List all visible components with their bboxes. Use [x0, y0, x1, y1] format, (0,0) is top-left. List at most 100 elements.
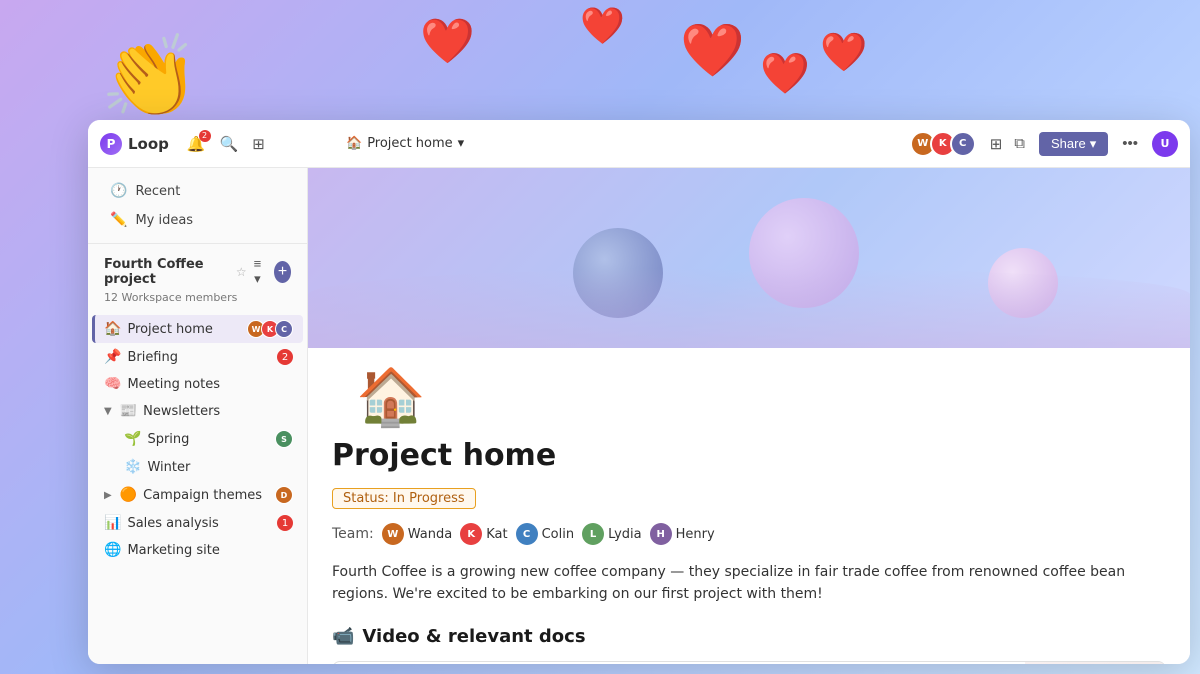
campaign-avatar: D	[275, 486, 293, 504]
marketing-icon: 🌐	[104, 542, 121, 558]
henry-name: Henry	[676, 527, 715, 542]
tree-item-briefing[interactable]: 📌 Briefing 2	[92, 344, 303, 370]
notification-icon[interactable]: 🔔 2	[187, 135, 206, 153]
title-bar-left: P Loop 🔔 2 🔍 ⊞	[100, 133, 320, 155]
spring-label: Spring	[147, 432, 273, 447]
campaign-label: Campaign themes	[143, 488, 273, 503]
workspace-name: Fourth Coffee project ☆	[104, 257, 247, 287]
team-row: Team: W Wanda K Kat C Colin L	[332, 523, 1166, 545]
hero-banner	[308, 168, 1190, 348]
app-window: P Loop 🔔 2 🔍 ⊞ 🏠 Project home ▾	[88, 120, 1190, 664]
workspace-actions: ≡ ▾ +	[247, 254, 291, 289]
spring-icon: 🌱	[124, 431, 141, 447]
newsletters-label: Newsletters	[143, 404, 293, 419]
marketing-label: Marketing site	[127, 543, 293, 558]
team-member-henry: H Henry	[650, 523, 715, 545]
workspace-header-row: Fourth Coffee project ☆ ≡ ▾ +	[104, 254, 291, 289]
tree-item-winter[interactable]: ❄️ Winter	[112, 454, 303, 480]
sort-button[interactable]: ≡ ▾	[247, 254, 269, 289]
sales-badge: 1	[277, 515, 293, 531]
winter-label: Winter	[147, 460, 293, 475]
heart-1: ❤️	[420, 15, 475, 67]
team-member-colin: C Colin	[516, 523, 575, 545]
sidebar-tree: 🏠 Project home W K C 📌 Briefing 2	[88, 310, 307, 568]
title-bar-icons: 🔔 2 🔍 ⊞	[187, 135, 265, 153]
project-home-icon: 🏠	[104, 321, 121, 337]
section-title: Video & relevant docs	[362, 626, 585, 647]
tree-item-marketing-site[interactable]: 🌐 Marketing site	[92, 537, 303, 563]
breadcrumb-icon: 🏠	[346, 136, 362, 151]
briefing-icon: 📌	[104, 349, 121, 365]
recent-label: Recent	[135, 184, 180, 199]
briefing-badge: 2	[277, 349, 293, 365]
share-button[interactable]: Share ▾	[1039, 132, 1108, 156]
sales-icon: 📊	[104, 515, 121, 531]
page-title: Project home	[332, 438, 1166, 473]
section-icon: 📹	[332, 626, 354, 647]
section-heading: 📹 Video & relevant docs	[332, 626, 1166, 647]
title-bar-right: W K C ⊞ ⧉ Share ▾ ••• U	[910, 131, 1178, 157]
page-emoji-icon: 🏠	[332, 348, 1166, 430]
winter-icon: ❄️	[124, 459, 141, 475]
more-options-button[interactable]: •••	[1118, 131, 1142, 156]
apps-icon[interactable]: ⊞	[986, 131, 1007, 157]
tree-item-campaign-themes[interactable]: ▶ 🟠 Campaign themes D	[92, 481, 303, 509]
loop-logo[interactable]: P Loop	[100, 133, 169, 155]
team-member-kat: K Kat	[460, 523, 507, 545]
colin-name: Colin	[542, 527, 575, 542]
notification-badge: 2	[199, 130, 211, 142]
project-home-avatars: W K C	[247, 320, 293, 338]
newsletters-expand-icon: ▼	[104, 406, 112, 417]
tree-item-meeting-notes[interactable]: 🧠 Meeting notes	[92, 371, 303, 397]
breadcrumb[interactable]: 🏠 Project home ▾	[340, 133, 470, 154]
share-chevron: ▾	[1090, 136, 1097, 152]
workspace-header: Fourth Coffee project ☆ ≡ ▾ + 12 Workspa…	[88, 243, 307, 310]
workspace-members-count: 12 Workspace members	[104, 291, 291, 304]
sidebar: 🕐 Recent ✏️ My ideas Fourth Coffee proje…	[88, 168, 308, 664]
team-label: Team:	[332, 526, 374, 542]
tree-avatar-c: C	[275, 320, 293, 338]
loop-icon-char: P	[107, 137, 116, 151]
tree-item-newsletters[interactable]: ▼ 📰 Newsletters	[92, 398, 303, 424]
project-home-label: Project home	[127, 322, 241, 337]
heart-2: ❤️	[580, 5, 625, 47]
meeting-notes-icon: 🧠	[104, 376, 121, 392]
grid-icon[interactable]: ⊞	[252, 135, 265, 153]
copy-icon[interactable]: ⧉	[1010, 131, 1029, 156]
kat-avatar: K	[460, 523, 482, 545]
preview-text: Our brand is crafted with care.	[1025, 662, 1165, 664]
hero-wave	[308, 268, 1190, 348]
search-icon[interactable]: 🔍	[220, 135, 239, 153]
user-avatar[interactable]: U	[1152, 131, 1178, 157]
add-page-button[interactable]: +	[274, 261, 291, 283]
my-ideas-label: My ideas	[135, 213, 193, 228]
team-member-lydia: L Lydia	[582, 523, 642, 545]
tree-item-project-home[interactable]: 🏠 Project home W K C	[92, 315, 303, 343]
app-name-label: Loop	[128, 135, 169, 153]
doc-card-preview: Our brand is crafted with care.	[1025, 662, 1165, 664]
doc-card[interactable]: W Sales & marketing strategy Edited 12 d…	[332, 661, 1166, 664]
meeting-notes-label: Meeting notes	[127, 377, 293, 392]
status-badge: Status: In Progress	[332, 488, 476, 509]
wanda-name: Wanda	[408, 527, 452, 542]
clap-emoji: 👏	[100, 30, 200, 124]
campaign-expand-icon: ▶	[104, 490, 112, 501]
tree-item-sales-analysis[interactable]: 📊 Sales analysis 1	[92, 510, 303, 536]
tree-item-spring[interactable]: 🌱 Spring S	[112, 425, 303, 453]
sidebar-item-my-ideas[interactable]: ✏️ My ideas	[94, 206, 301, 234]
header-avatar-3: C	[950, 131, 976, 157]
newsletters-icon: 📰	[120, 403, 137, 419]
my-ideas-icon: ✏️	[110, 212, 127, 228]
heart-5: ❤️	[820, 30, 867, 75]
recent-icon: 🕐	[110, 183, 127, 199]
spring-avatar: S	[275, 430, 293, 448]
colin-avatar: C	[516, 523, 538, 545]
toolbar-icons: ⊞ ⧉	[986, 131, 1029, 157]
team-member-wanda: W Wanda	[382, 523, 452, 545]
kat-name: Kat	[486, 527, 507, 542]
page-description: Fourth Coffee is a growing new coffee co…	[332, 561, 1166, 606]
title-bar-center: 🏠 Project home ▾	[320, 133, 910, 154]
lydia-avatar: L	[582, 523, 604, 545]
sidebar-item-recent[interactable]: 🕐 Recent	[94, 177, 301, 205]
sales-label: Sales analysis	[127, 516, 271, 531]
